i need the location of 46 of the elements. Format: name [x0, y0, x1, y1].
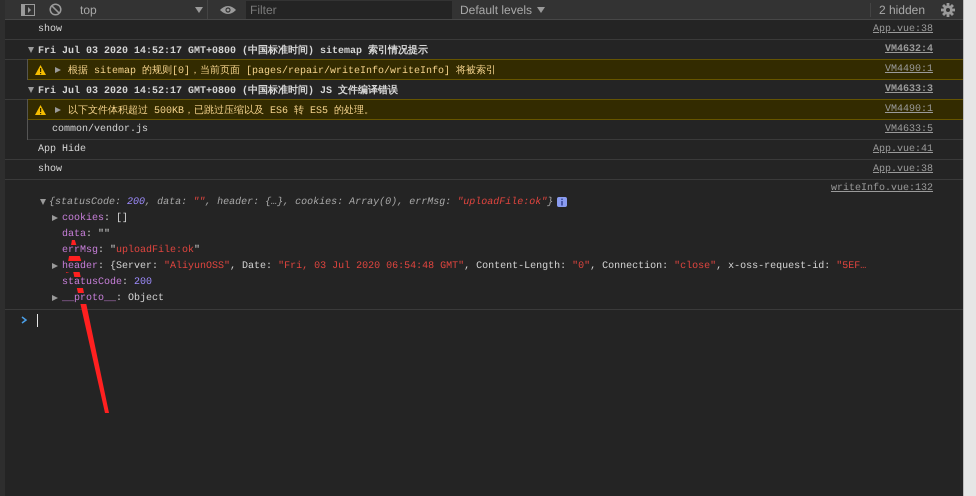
expand-arrow-icon[interactable] — [54, 106, 62, 114]
hidden-count: 2 hidden — [870, 2, 933, 16]
caret-icon — [195, 6, 203, 12]
object-property[interactable]: header: {Server: "AliyunOSS", Date: "Fri, 03 Jul 2020 06:54:48 GMT", Content-Length: "0", Connection: "close", x-oss-request-id: "5EF… — [62, 260, 866, 272]
group-title: Fri Jul 03 2020 14:52:17 GMT+0800 (中国标准时间) sitemap 索引情况提示 — [38, 44, 430, 56]
expand-arrow-icon[interactable] — [51, 294, 59, 302]
warning-message: 根据 sitemap 的规则[0]，当前页面 [pages/repair/writeInfo/writeInfo] 将被索引 — [68, 64, 498, 76]
warning-icon — [35, 104, 46, 114]
warning-icon — [35, 64, 46, 74]
expand-arrow-icon[interactable] — [51, 214, 59, 222]
object-summary[interactable]: {statusCode: 200, data: "", header: {…}, cookies: Array(0), errMsg: "uploadFile:ok"} — [49, 196, 554, 208]
context-dropdown[interactable]: top — [76, 0, 208, 19]
prompt-icon — [21, 316, 27, 324]
expand-arrow-icon[interactable] — [27, 86, 35, 94]
log-message: common/vendor.js — [52, 124, 150, 135]
expand-arrow-icon[interactable] — [39, 198, 47, 206]
source-link[interactable]: App.vue:38 — [872, 164, 933, 175]
source-link[interactable]: App.vue:38 — [872, 24, 933, 35]
filter-field[interactable]: Filter — [246, 0, 452, 18]
source-link[interactable]: VM4632:4 — [884, 44, 933, 55]
sidebar-toggle-icon[interactable] — [21, 4, 35, 16]
source-link[interactable]: VM4490:1 — [884, 104, 933, 115]
scrollbar[interactable] — [963, 0, 976, 496]
object-property: errMsg: "uploadFile:ok" — [62, 244, 200, 256]
info-icon[interactable] — [557, 197, 568, 207]
log-message: show — [38, 24, 64, 35]
eye-icon[interactable] — [220, 4, 236, 14]
object-property: statusCode: 200 — [62, 276, 152, 288]
source-link[interactable]: VM4633:5 — [884, 124, 933, 135]
source-link[interactable]: writeInfo.vue:132 — [830, 183, 933, 194]
expand-arrow-icon[interactable] — [27, 46, 35, 54]
log-message: App Hide — [38, 144, 88, 155]
log-message: show — [38, 164, 64, 175]
source-link[interactable]: App.vue:41 — [872, 144, 933, 155]
expand-arrow-icon[interactable] — [51, 262, 59, 270]
object-property: data: "" — [62, 228, 110, 240]
settings-icon[interactable] — [941, 2, 955, 16]
expand-arrow-icon[interactable] — [54, 66, 62, 74]
source-link[interactable]: VM4633:3 — [884, 84, 933, 95]
warning-message: 以下文件体积超过 500KB，已跳过压缩以及 ES6 转 ES5 的处理。 — [68, 104, 376, 116]
clear-console-icon[interactable] — [49, 3, 62, 16]
source-link[interactable]: VM4490:1 — [884, 64, 933, 75]
levels-dropdown[interactable]: Default levels — [460, 2, 546, 16]
group-title: Fri Jul 03 2020 14:52:17 GMT+0800 (中国标准时间) JS 文件编译错误 — [38, 84, 400, 96]
text-cursor — [37, 314, 38, 326]
caret-icon — [537, 6, 546, 12]
